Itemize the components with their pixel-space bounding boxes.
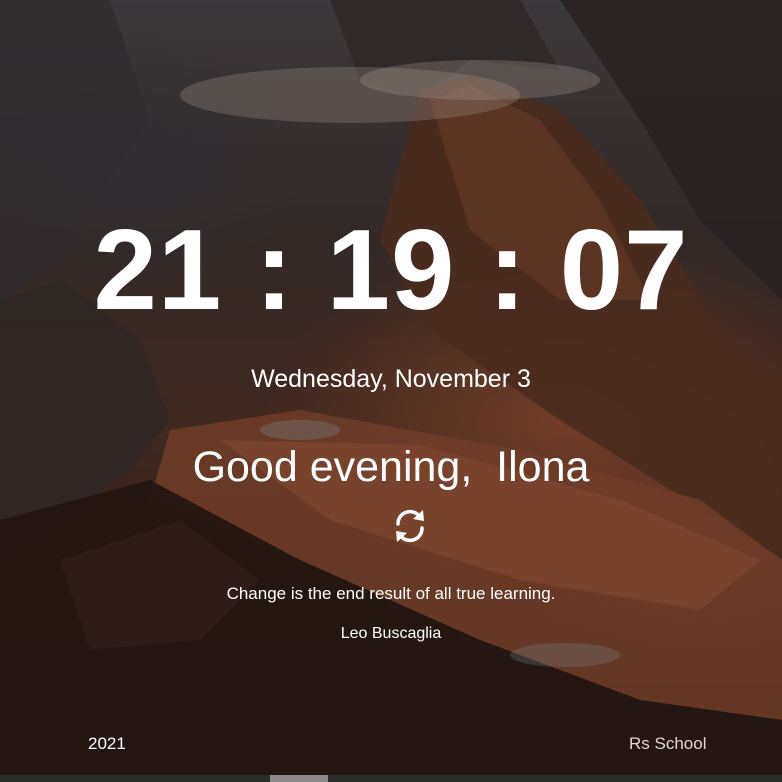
scrollbar-thumb[interactable]: [270, 775, 328, 782]
clock-seconds: 07: [559, 207, 689, 334]
quote-text: Change is the end result of all true lea…: [226, 584, 556, 603]
clock-minutes: 19: [326, 207, 456, 334]
footer-year: 2021: [88, 734, 126, 753]
greeting: Good evening, Ilona: [192, 443, 590, 491]
refresh-icon: [396, 509, 424, 543]
clock-hours: 21: [93, 207, 223, 334]
clock: 21 : 19 : 07: [0, 214, 782, 328]
quote-author: Leo Buscaglia: [340, 625, 442, 642]
clock-separator: :: [254, 207, 294, 334]
rs-school-link[interactable]: Rs School: [629, 734, 706, 754]
date: Wednesday, November 3: [251, 365, 531, 393]
clock-separator: :: [488, 207, 528, 334]
refresh-quote-button[interactable]: [390, 506, 430, 546]
horizontal-scrollbar[interactable]: [0, 775, 782, 782]
